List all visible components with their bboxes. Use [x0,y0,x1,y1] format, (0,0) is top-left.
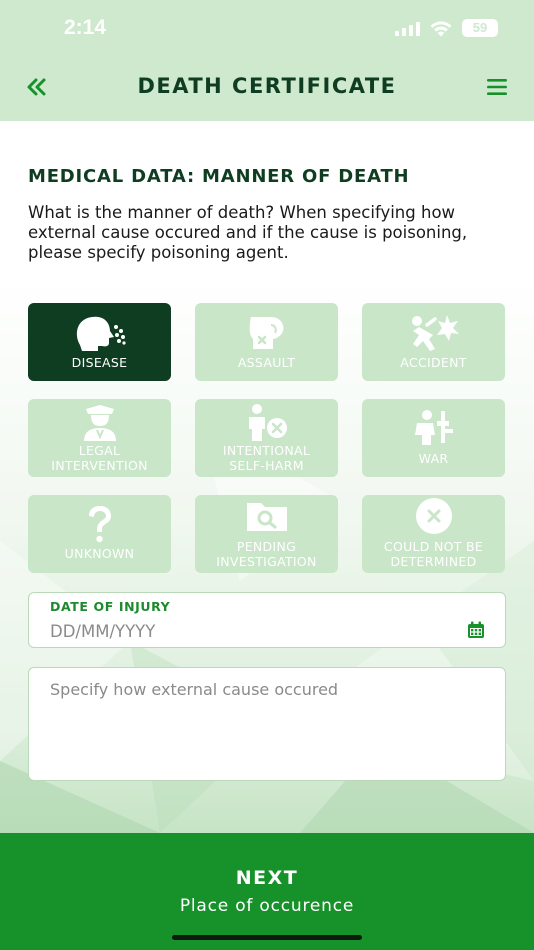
status-icons: 59 [395,19,498,37]
next-button-title: NEXT [235,867,299,889]
wifi-icon [430,20,452,36]
nav-bar: DEATH CERTIFICATE [0,60,534,116]
status-time: 2:14 [64,16,107,39]
option-pending-investigation[interactable]: PENDING INVESTIGATION [195,495,338,573]
option-label: LEGAL INTERVENTION [51,443,148,473]
option-intentional-self-harm[interactable]: INTENTIONAL SELF-HARM [195,399,338,477]
coughing-head-icon [76,316,126,351]
option-could-not-be-determined[interactable]: COULD NOT BE DETERMINED [362,495,505,573]
section-title: MEDICAL DATA: MANNER OF DEATH [28,166,410,187]
next-button[interactable]: NEXT Place of occurence [0,833,534,950]
page-title: DEATH CERTIFICATE [137,74,397,98]
option-legal-intervention[interactable]: LEGAL INTERVENTION [28,399,171,477]
option-accident[interactable]: ACCIDENT [362,303,505,381]
app-header: 2:14 59 DEATH CERTIFICATE [0,0,534,121]
battery-icon: 59 [462,19,498,37]
signal-icon [395,20,420,36]
option-war[interactable]: WAR [362,399,505,477]
circle-x-icon [415,498,452,534]
boxing-glove-icon [249,317,283,349]
option-unknown[interactable]: UNKNOWN [28,495,171,573]
person-x-icon [248,404,287,441]
folder-search-icon [246,503,287,531]
question-text: What is the manner of death? When specif… [28,203,468,262]
option-label: UNKNOWN [64,546,135,561]
option-label: DISEASE [71,355,128,370]
hamburger-menu-icon[interactable] [482,72,512,102]
form-content: MEDICAL DATA: MANNER OF DEATH What is th… [0,121,534,833]
date-of-injury-input[interactable] [50,619,450,643]
option-disease[interactable]: DISEASE [28,303,171,381]
option-label: COULD NOT BE DETERMINED [383,539,484,569]
option-label: ACCIDENT [400,355,467,370]
next-button-subtitle: Place of occurence [179,896,355,916]
date-of-injury-field[interactable]: DATE OF INJURY [28,592,506,648]
calendar-icon[interactable] [467,621,485,639]
question-mark-icon [88,506,111,543]
option-label: INTENTIONAL SELF-HARM [222,443,311,473]
status-bar: 2:14 59 [0,0,534,60]
police-officer-icon [83,405,116,441]
option-label: ASSAULT [237,355,296,370]
date-of-injury-label: DATE OF INJURY [50,599,171,614]
option-assault[interactable]: ASSAULT [195,303,338,381]
home-indicator [172,935,362,940]
soldier-icon [414,410,453,445]
external-cause-textarea[interactable] [28,667,506,781]
falling-person-icon [411,315,459,351]
option-label: PENDING INVESTIGATION [216,539,317,569]
option-label: WAR [418,451,449,466]
